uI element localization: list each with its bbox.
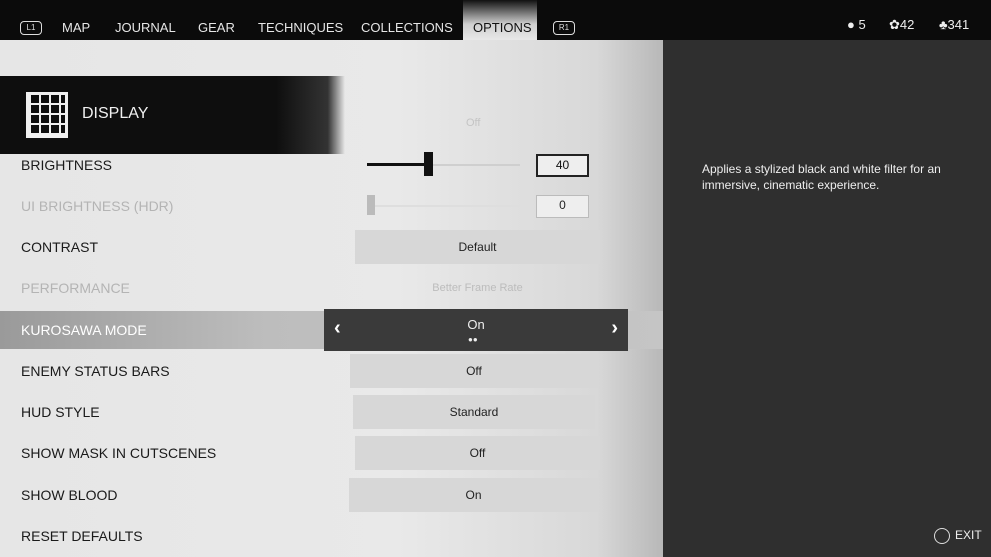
resolve-counter: ● 5 bbox=[847, 17, 866, 32]
setting-brightness[interactable]: BRIGHTNESS 40 bbox=[0, 146, 663, 184]
setting-show-blood[interactable]: SHOW BLOOD On bbox=[0, 476, 663, 514]
show-blood-value: On bbox=[349, 478, 598, 512]
tab-techniques[interactable]: TECHNIQUES bbox=[258, 0, 343, 40]
setting-hud-style[interactable]: HUD STYLE Standard bbox=[0, 393, 663, 431]
page-dots: ●● bbox=[468, 335, 478, 344]
tab-journal[interactable]: JOURNAL bbox=[115, 0, 176, 40]
setting-contrast[interactable]: CONTRAST Default bbox=[0, 228, 663, 266]
reset-defaults-button[interactable]: RESET DEFAULTS bbox=[0, 517, 663, 555]
brightness-value: 40 bbox=[536, 154, 589, 177]
setting-ui-brightness: UI BRIGHTNESS (HDR) 0 bbox=[0, 187, 663, 225]
setting-show-mask[interactable]: SHOW MASK IN CUTSCENES Off bbox=[0, 434, 663, 472]
hud-style-value: Standard bbox=[353, 395, 595, 429]
tab-gear[interactable]: GEAR bbox=[198, 0, 235, 40]
flower-icon: ✿ bbox=[889, 17, 900, 32]
tab-collections[interactable]: COLLECTIONS bbox=[361, 0, 453, 40]
r1-button[interactable]: R1 bbox=[553, 21, 575, 35]
ui-brightness-value: 0 bbox=[536, 195, 589, 218]
hidden-row-value: Off bbox=[466, 117, 481, 129]
resolve-icon: ● bbox=[847, 17, 855, 32]
display-icon bbox=[26, 92, 68, 138]
chevron-right-icon[interactable]: › bbox=[611, 317, 618, 340]
exit-button[interactable]: EXIT bbox=[934, 528, 982, 544]
setting-enemy-status-bars[interactable]: ENEMY STATUS BARS Off bbox=[0, 352, 663, 390]
section-title: DISPLAY bbox=[82, 105, 149, 122]
supplies-icon: ♣ bbox=[939, 17, 948, 32]
top-nav: L1 MAP JOURNAL GEAR TECHNIQUES COLLECTIO… bbox=[0, 0, 991, 40]
section-header: DISPLAY bbox=[0, 76, 345, 154]
supplies-counter: ♣341 bbox=[939, 17, 970, 32]
enemy-status-bars-value: Off bbox=[350, 354, 598, 388]
l1-button[interactable]: L1 bbox=[20, 21, 42, 35]
contrast-value: Default bbox=[355, 230, 600, 264]
show-mask-value: Off bbox=[355, 436, 600, 470]
setting-kurosawa-mode[interactable]: KUROSAWA MODE ‹ On ●● › bbox=[0, 309, 663, 351]
tab-map[interactable]: MAP bbox=[62, 0, 90, 40]
ui-brightness-slider bbox=[367, 195, 520, 215]
tab-options[interactable]: OPTIONS bbox=[463, 0, 537, 40]
brightness-slider[interactable] bbox=[367, 152, 520, 176]
setting-performance: PERFORMANCE Better Frame Rate bbox=[0, 269, 663, 307]
kurosawa-selector[interactable]: ‹ On ●● › bbox=[324, 309, 628, 351]
description-panel bbox=[663, 40, 991, 557]
flower-counter: ✿42 bbox=[889, 17, 915, 32]
kurosawa-value: On bbox=[467, 317, 485, 332]
circle-button-icon bbox=[934, 528, 950, 544]
performance-value: Better Frame Rate bbox=[432, 282, 523, 294]
setting-description: Applies a stylized black and white filte… bbox=[702, 162, 941, 192]
